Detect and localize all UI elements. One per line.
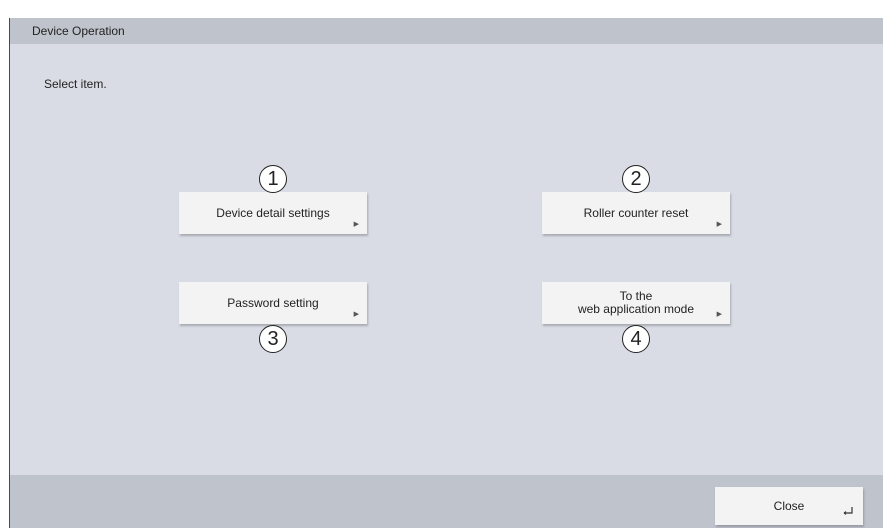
device-detail-settings-button[interactable]: Device detail settings ▶ xyxy=(179,192,367,234)
password-setting-label: Password setting xyxy=(227,295,319,310)
close-button[interactable]: Close xyxy=(715,487,863,525)
window-title: Device Operation xyxy=(32,24,125,38)
password-setting-button[interactable]: Password setting ▶ xyxy=(179,282,367,324)
triangle-right-icon: ▶ xyxy=(716,311,722,318)
title-bar: Device Operation xyxy=(10,18,883,44)
triangle-right-icon: ▶ xyxy=(353,221,359,228)
web-application-mode-button[interactable]: To the web application mode ▶ xyxy=(542,282,730,324)
web-application-mode-label: To the web application mode xyxy=(577,289,695,316)
footer-bar: Close xyxy=(10,475,883,528)
device-detail-settings-label: Device detail settings xyxy=(216,205,330,220)
callout-marker-3: 3 xyxy=(259,325,287,353)
roller-counter-reset-label: Roller counter reset xyxy=(583,205,689,220)
roller-counter-reset-button[interactable]: Roller counter reset ▶ xyxy=(542,192,730,234)
enter-icon xyxy=(843,507,853,515)
instruction-text: Select item. xyxy=(44,77,107,91)
callout-marker-1: 1 xyxy=(259,165,287,193)
triangle-right-icon: ▶ xyxy=(716,221,722,228)
device-operation-window: Device Operation Select item. Device det… xyxy=(9,18,883,528)
close-label: Close xyxy=(773,499,805,513)
triangle-right-icon: ▶ xyxy=(353,311,359,318)
screen: Device Operation Select item. Device det… xyxy=(0,0,889,528)
callout-marker-2: 2 xyxy=(622,165,650,193)
callout-marker-4: 4 xyxy=(622,325,650,353)
